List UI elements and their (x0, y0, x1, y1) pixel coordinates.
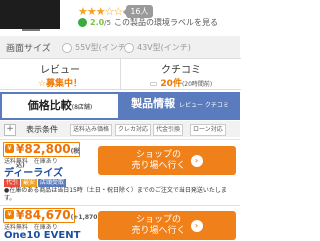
review-button[interactable]: レビュー ☆募集中！ (0, 58, 120, 90)
chip-credit-card[interactable]: クレカ対応 (115, 124, 152, 136)
radio-icon (124, 42, 134, 53)
conditions-label: 表示条件 (26, 125, 58, 134)
tag-lowest: 最安 (21, 179, 38, 187)
review-title: レビュー (40, 65, 80, 76)
eco-score: 2.0/5 (90, 18, 111, 27)
leaf-icon (78, 18, 87, 27)
shipping-notice: ●在庫のある商品は当日15時（土日・祝日除く）までのご注文で当日発送いたします。 (4, 187, 227, 202)
eco-label-link[interactable]: 2.0/5 この製品の環境ラベルを見る (78, 17, 218, 28)
chip-cod[interactable]: 代金引換 (153, 124, 184, 136)
store-tags: 代引 最安 店頭受取 (4, 177, 67, 187)
tv-stand (22, 29, 40, 31)
arrow-right-icon: › (190, 219, 203, 232)
size-label: 画面サイズ (6, 44, 51, 54)
chip-shipping-included[interactable]: 送料込み価格 (70, 124, 113, 136)
go-to-shop-button[interactable]: ショップの 売り場へ行く › (98, 146, 236, 175)
arrow-right-icon: › (190, 154, 203, 167)
price-box: ¥ ¥82,800(税込) (3, 142, 80, 169)
tag-pickup: 店頭受取 (38, 179, 67, 187)
listing-price: ¥84,670(+1,870) (16, 208, 101, 222)
size-option-55[interactable]: 55V型(インチ) (62, 42, 129, 53)
review-status: ☆募集中！ (37, 79, 83, 89)
size-option-43[interactable]: 43V型(インチ) (124, 42, 191, 53)
yen-icon: ¥ (5, 144, 14, 153)
radio-icon (62, 42, 72, 53)
kuchikomi-button[interactable]: クチコミ ▭ 20件(20時間前) (120, 58, 241, 90)
kuchikomi-count: ▭ 20件(20時間前) (149, 79, 213, 89)
eco-text: この製品の環境ラベルを見る (113, 18, 218, 27)
expand-plus-icon[interactable]: + (4, 124, 16, 136)
go-to-shop-button[interactable]: ショップの 売り場へ行く › (98, 211, 236, 240)
yen-icon: ¥ (5, 210, 14, 219)
tag-cod: 代引 (4, 179, 21, 187)
store-name[interactable]: One10 EVENT (4, 230, 80, 241)
price-box: ¥ ¥84,670(+1,870) (3, 208, 100, 223)
tab-price-compare[interactable]: 価格比較(8店舗) (0, 92, 120, 118)
product-thumbnail[interactable] (0, 0, 60, 29)
tab-product-info[interactable]: 製品情報 レビュー クチコミ (120, 92, 240, 118)
tab-underline (0, 118, 240, 120)
kuchikomi-title: クチコミ (161, 65, 201, 76)
chip-loan[interactable]: ローン対応 (190, 124, 226, 136)
divider (0, 139, 240, 140)
divider (0, 205, 240, 206)
